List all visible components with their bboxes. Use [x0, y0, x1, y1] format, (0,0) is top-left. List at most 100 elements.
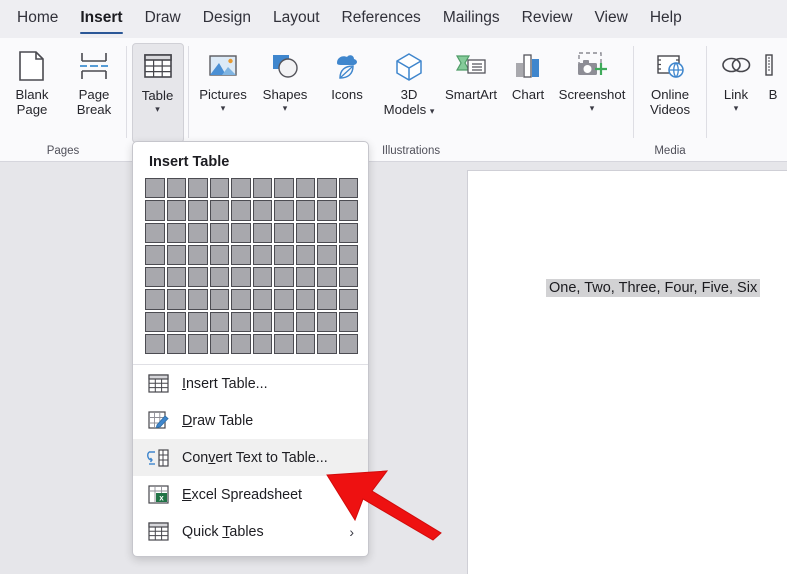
document-selected-text[interactable]: One, Two, Three, Four, Five, Six [546, 279, 761, 297]
table-grid-cell[interactable] [338, 222, 358, 243]
table-grid-cell[interactable] [145, 311, 165, 332]
table-grid-cell[interactable] [166, 267, 186, 288]
table-grid-cell[interactable] [295, 311, 315, 332]
smartart-button[interactable]: SmartArt [440, 43, 502, 135]
table-grid-cell[interactable] [252, 222, 272, 243]
tab-view[interactable]: View [584, 5, 639, 33]
chevron-down-icon[interactable]: ▾ [155, 104, 160, 114]
table-grid-cell[interactable] [231, 200, 251, 221]
page-break-button[interactable]: Page Break [63, 43, 125, 135]
table-grid-cell[interactable] [338, 311, 358, 332]
table-grid-cell[interactable] [166, 289, 186, 310]
table-grid-cell[interactable] [295, 178, 315, 199]
table-grid-cell[interactable] [231, 289, 251, 310]
table-grid-cell[interactable] [145, 267, 165, 288]
table-grid-cell[interactable] [231, 267, 251, 288]
3d-models-button[interactable]: 3D Models ▾ [378, 43, 440, 135]
table-grid-cell[interactable] [274, 311, 294, 332]
table-grid-cell[interactable] [338, 200, 358, 221]
menu-item-quick-tables[interactable]: Quick Tables › [133, 513, 368, 550]
table-grid-cell[interactable] [317, 244, 337, 265]
chevron-down-icon[interactable]: ▾ [590, 103, 595, 113]
table-grid-cell[interactable] [188, 311, 208, 332]
table-grid-cell[interactable] [209, 289, 229, 310]
table-grid-cell[interactable] [145, 178, 165, 199]
table-grid-cell[interactable] [231, 178, 251, 199]
chevron-down-icon[interactable]: ▾ [221, 103, 226, 113]
table-grid-cell[interactable] [317, 200, 337, 221]
table-grid-cell[interactable] [209, 222, 229, 243]
chevron-down-icon[interactable]: ▾ [734, 103, 739, 113]
bookmark-button[interactable]: B [762, 43, 784, 135]
table-grid-cell[interactable] [166, 311, 186, 332]
table-grid-cell[interactable] [188, 289, 208, 310]
table-grid-cell[interactable] [145, 200, 165, 221]
table-grid-cell[interactable] [338, 333, 358, 354]
table-grid-cell[interactable] [317, 267, 337, 288]
chevron-down-icon[interactable]: ▾ [430, 106, 435, 116]
table-grid-cell[interactable] [145, 244, 165, 265]
table-grid-cell[interactable] [209, 267, 229, 288]
table-grid-cell[interactable] [166, 178, 186, 199]
shapes-button[interactable]: Shapes ▾ [254, 43, 316, 135]
table-grid-cell[interactable] [252, 178, 272, 199]
table-grid-cell[interactable] [166, 222, 186, 243]
table-grid-cell[interactable] [252, 200, 272, 221]
tab-review[interactable]: Review [511, 5, 584, 33]
table-grid-cell[interactable] [166, 333, 186, 354]
table-grid-cell[interactable] [209, 311, 229, 332]
tab-references[interactable]: References [331, 5, 432, 33]
chevron-down-icon[interactable]: ▾ [283, 103, 288, 113]
table-grid-cell[interactable] [338, 178, 358, 199]
screenshot-button[interactable]: Screenshot ▾ [554, 43, 630, 135]
table-grid-cell[interactable] [317, 178, 337, 199]
table-grid-cell[interactable] [188, 200, 208, 221]
tab-design[interactable]: Design [192, 5, 262, 33]
table-grid-cell[interactable] [274, 244, 294, 265]
table-grid-cell[interactable] [295, 200, 315, 221]
tab-layout[interactable]: Layout [262, 5, 331, 33]
table-grid-cell[interactable] [295, 289, 315, 310]
online-videos-button[interactable]: Online Videos [632, 43, 708, 135]
tab-mailings[interactable]: Mailings [432, 5, 511, 33]
table-grid-cell[interactable] [295, 333, 315, 354]
table-grid-cell[interactable] [295, 267, 315, 288]
table-grid-cell[interactable] [338, 244, 358, 265]
table-grid-cell[interactable] [231, 311, 251, 332]
chart-button[interactable]: Chart [502, 43, 554, 135]
tab-home[interactable]: Home [6, 5, 69, 33]
table-grid-cell[interactable] [252, 267, 272, 288]
table-grid-cell[interactable] [145, 333, 165, 354]
tab-help[interactable]: Help [639, 5, 693, 33]
table-grid-cell[interactable] [252, 311, 272, 332]
table-grid-cell[interactable] [274, 200, 294, 221]
blank-page-button[interactable]: Blank Page [1, 43, 63, 135]
table-grid-cell[interactable] [317, 222, 337, 243]
table-grid-cell[interactable] [252, 244, 272, 265]
table-grid-cell[interactable] [231, 222, 251, 243]
table-grid-cell[interactable] [274, 289, 294, 310]
table-grid-cell[interactable] [338, 289, 358, 310]
table-grid-cell[interactable] [231, 333, 251, 354]
table-grid-cell[interactable] [209, 178, 229, 199]
table-grid-cell[interactable] [166, 244, 186, 265]
table-grid-cell[interactable] [145, 222, 165, 243]
menu-item-insert-table[interactable]: Insert Table... [133, 365, 368, 402]
table-grid-cell[interactable] [188, 267, 208, 288]
table-grid-cell[interactable] [209, 333, 229, 354]
menu-item-draw-table[interactable]: Draw Table [133, 402, 368, 439]
table-grid-cell[interactable] [274, 178, 294, 199]
table-grid-cell[interactable] [317, 333, 337, 354]
table-grid-cell[interactable] [231, 244, 251, 265]
link-button[interactable]: Link ▾ [710, 43, 762, 135]
table-grid-cell[interactable] [295, 244, 315, 265]
table-grid-cell[interactable] [317, 289, 337, 310]
document-page[interactable]: One, Two, Three, Four, Five, Six [467, 170, 787, 574]
table-grid-cell[interactable] [188, 178, 208, 199]
tab-draw[interactable]: Draw [134, 5, 192, 33]
table-grid-cell[interactable] [166, 200, 186, 221]
table-grid-cell[interactable] [295, 222, 315, 243]
table-grid-cell[interactable] [188, 333, 208, 354]
table-grid-cell[interactable] [209, 244, 229, 265]
icons-button[interactable]: Icons [316, 43, 378, 135]
